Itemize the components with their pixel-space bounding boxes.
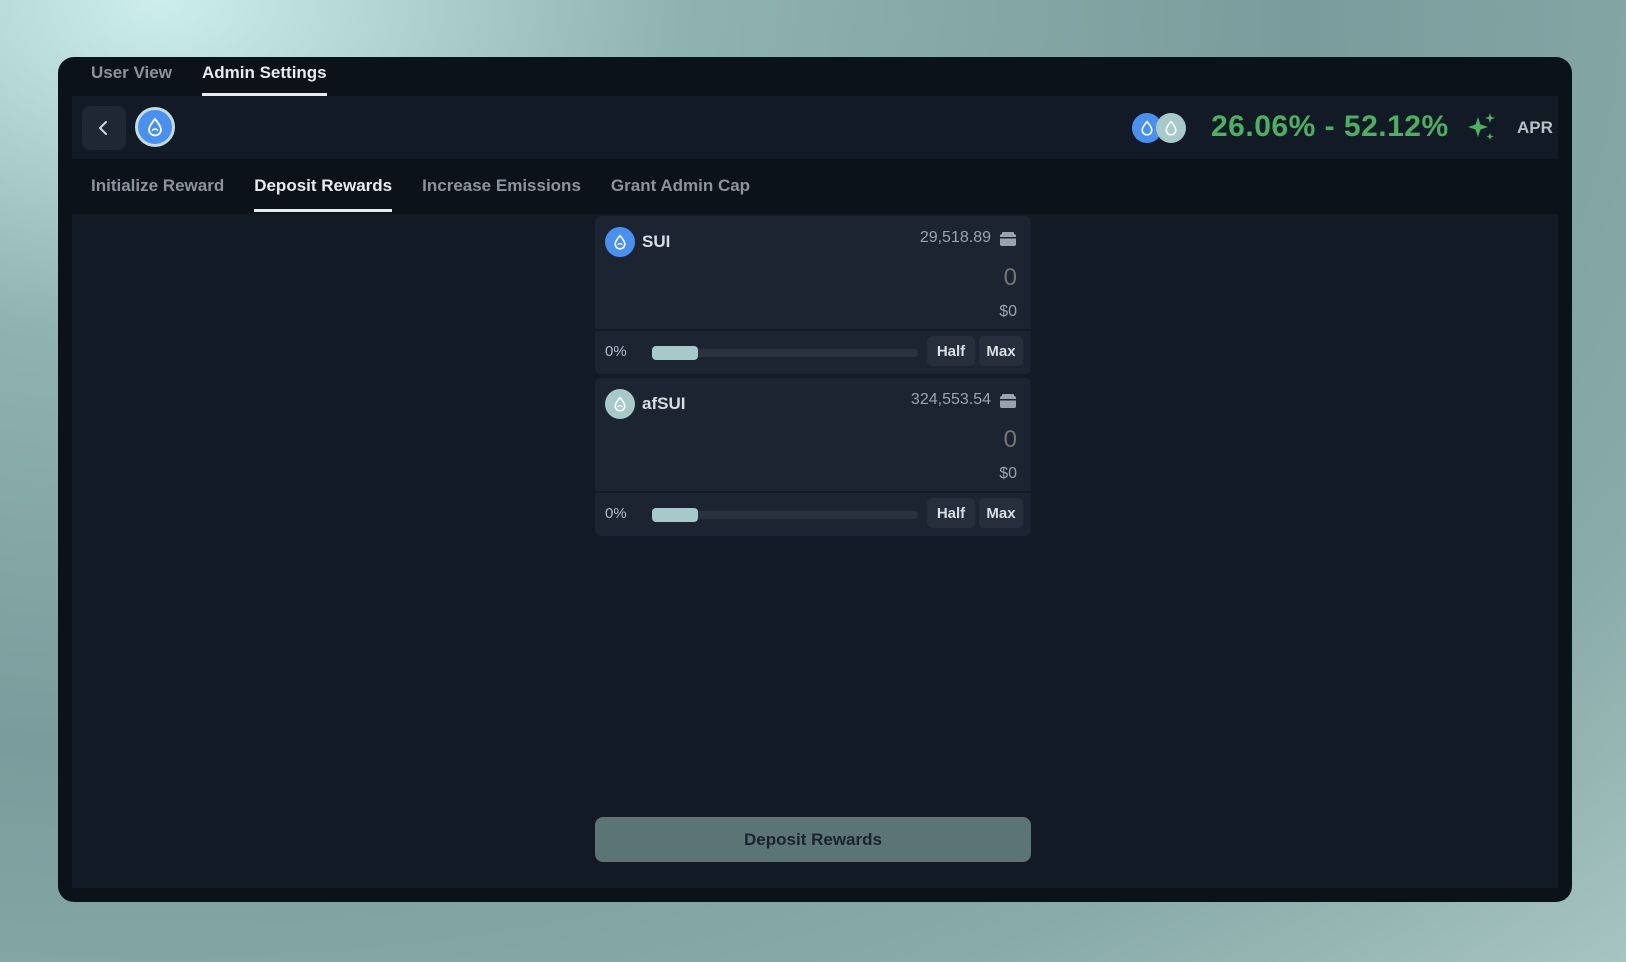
tab-initialize-reward[interactable]: Initialize Reward (91, 172, 224, 212)
afsui-coin-icon (605, 389, 635, 419)
sui-drop-icon (148, 117, 162, 137)
slider-handle[interactable] (652, 346, 698, 360)
divider (595, 491, 1031, 493)
max-button[interactable]: Max (979, 498, 1023, 528)
afsui-coin-icon (1156, 113, 1186, 143)
sui-coin-icon (605, 227, 635, 257)
wallet-balance: 29,518.89 (919, 229, 991, 246)
back-button[interactable] (82, 106, 126, 150)
tab-increase-emissions[interactable]: Increase Emissions (422, 172, 581, 212)
apr-label: APR (1517, 118, 1553, 137)
divider (595, 329, 1031, 331)
half-button[interactable]: Half (927, 498, 975, 528)
token-input-card-sui: SUI 29,518.89 $0 0% Half Max (595, 216, 1031, 374)
amount-slider[interactable] (652, 508, 918, 522)
top-tab-bar: User View Admin Settings (91, 57, 327, 97)
tab-user-view[interactable]: User View (91, 57, 172, 96)
admin-window: User View Admin Settings 26.06% - 52.12% (58, 57, 1572, 902)
sparkle-icon (1468, 113, 1495, 140)
token-input-card-afsui: afSUI 324,553.54 $0 0% Half Max (595, 378, 1031, 536)
token-name: afSUI (642, 394, 686, 413)
wallet-icon (1000, 232, 1016, 246)
token-name: SUI (642, 232, 671, 251)
deposit-rewards-button[interactable]: Deposit Rewards (595, 817, 1031, 862)
usd-value: $0 (999, 303, 1017, 320)
token-pair-icons (1132, 113, 1188, 143)
tab-deposit-rewards[interactable]: Deposit Rewards (254, 172, 393, 212)
admin-sub-tabs: Initialize Reward Deposit Rewards Increa… (91, 172, 750, 212)
slider-handle[interactable] (652, 508, 698, 522)
percent-label: 0% (605, 505, 627, 522)
wallet-icon (1000, 394, 1016, 408)
chevron-left-icon (99, 121, 107, 135)
tab-admin-settings[interactable]: Admin Settings (201, 57, 327, 96)
tab-grant-admin-cap[interactable]: Grant Admin Cap (611, 172, 750, 212)
amount-input[interactable] (817, 264, 1017, 292)
usd-value: $0 (999, 465, 1017, 482)
amount-slider[interactable] (652, 346, 918, 360)
wallet-balance: 324,553.54 (910, 391, 991, 408)
half-button[interactable]: Half (927, 336, 975, 366)
apr-range-value: 26.06% - 52.12% (1211, 110, 1449, 143)
pool-coin-logo (135, 107, 175, 147)
max-button[interactable]: Max (979, 336, 1023, 366)
deposit-panel: SUI 29,518.89 $0 0% Half Max afSUI 324,5… (72, 214, 1558, 888)
percent-label: 0% (605, 343, 627, 360)
pool-header: 26.06% - 52.12% APR (72, 96, 1558, 159)
amount-input[interactable] (817, 426, 1017, 454)
